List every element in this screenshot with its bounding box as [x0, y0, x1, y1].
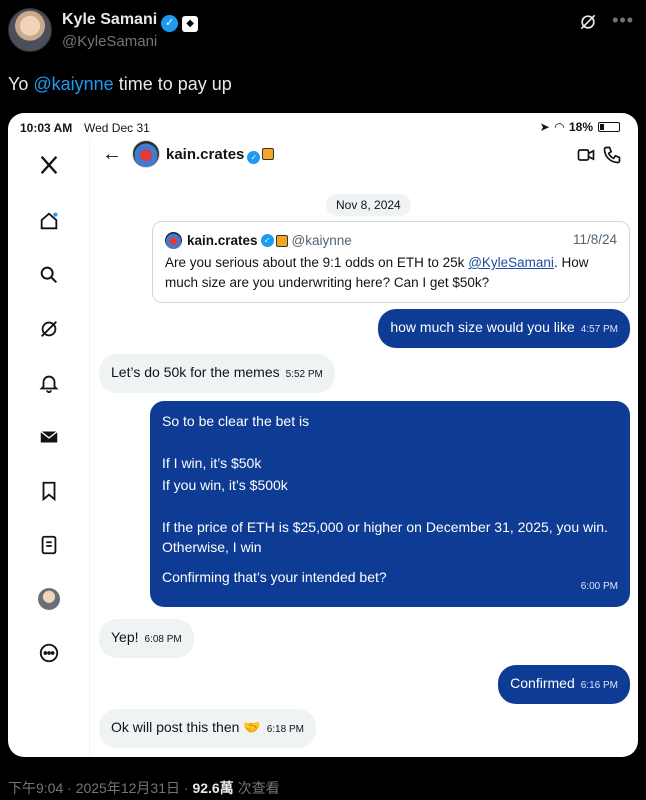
lists-icon[interactable] [33, 529, 65, 561]
messages-icon[interactable] [33, 421, 65, 453]
quote-text: Are you serious about the 9:1 odds on ET… [165, 253, 617, 293]
home-icon[interactable] [33, 205, 65, 237]
more-icon[interactable] [33, 637, 65, 669]
quote-avatar [165, 232, 182, 249]
message-text: Let’s do 50k for the memes [111, 364, 280, 380]
status-time: 10:03 AM [20, 121, 73, 135]
affiliation-badge-icon [262, 148, 275, 160]
message-text: Ok will post this then 🤝 [111, 719, 261, 735]
message-bubble-sent[interactable]: how much size would you like 4:57 PM [378, 309, 630, 348]
meta-separator: · [179, 780, 193, 796]
message-text: how much size would you like [390, 319, 575, 335]
message-text: Confirmed [510, 675, 575, 691]
wifi-icon: ◠ [554, 120, 564, 134]
search-icon[interactable] [33, 259, 65, 291]
battery-percent: 18% [568, 120, 593, 134]
view-count: 92.6萬 [192, 780, 234, 796]
message-line: If I win, it’s $50k [162, 455, 262, 471]
affiliation-badge-icon [275, 234, 288, 247]
verified-badge-icon: ✓ [247, 151, 261, 164]
phone-call-icon[interactable] [602, 145, 622, 165]
message-time: 6:08 PM [144, 634, 182, 645]
author-handle[interactable]: @KyleSamani [62, 33, 157, 50]
status-right: ➤ ◠ 18% [540, 120, 620, 134]
message-line: So to be clear the bet is [162, 413, 310, 429]
message-time: 4:57 PM [580, 324, 618, 335]
message-bubble-received[interactable]: Let’s do 50k for the memes 5:52 PM [99, 354, 335, 393]
view-label: 次查看 [233, 780, 280, 796]
status-bar: 10:03 AM Wed Dec 31 ➤ ◠ 18% [8, 113, 638, 139]
quote-text-before: Are you serious about the 9:1 odds on ET… [165, 255, 469, 270]
message-bubble-received[interactable]: Yep! 6:08 PM [99, 619, 194, 658]
message-time: 5:52 PM [285, 369, 323, 380]
location-icon: ➤ [539, 120, 550, 134]
quote-author-name: kain.crates [187, 233, 258, 248]
bookmarks-icon[interactable] [33, 475, 65, 507]
message-line: If the price of ETH is $25,000 or higher… [162, 519, 608, 555]
quote-header: kain.crates ✓ @kaiynne 11/8/24 [165, 232, 617, 249]
chat-panel: ← kain.crates ✓ Nov 8, 2024 kain.crates ✓… [90, 139, 638, 757]
chat-name[interactable]: kain.crates [166, 146, 244, 163]
quoted-post-card[interactable]: kain.crates ✓ @kaiynne 11/8/24 Are you s… [152, 221, 630, 303]
profile-avatar[interactable] [33, 583, 65, 615]
chat-name-row[interactable]: kain.crates ✓ [166, 146, 275, 164]
chat-header: ← kain.crates ✓ [90, 139, 638, 175]
grok-nav-icon[interactable] [33, 313, 65, 345]
message-time: 6:00 PM [580, 581, 618, 592]
grok-icon[interactable] [578, 12, 598, 32]
attached-screenshot[interactable]: 10:03 AM Wed Dec 31 ➤ ◠ 18% ← kain.crate… [8, 113, 638, 757]
message-time: 6:16 PM [580, 680, 618, 691]
more-options-icon[interactable]: ••• [612, 10, 634, 31]
date-chip: Nov 8, 2024 [326, 194, 411, 216]
message-bubble-sent[interactable]: So to be clear the bet is If I win, it’s… [150, 401, 630, 607]
message-line: Confirming that’s your intended bet? [162, 569, 387, 585]
author-avatar[interactable] [8, 8, 52, 52]
chat-avatar[interactable] [132, 140, 160, 168]
tweet-meta: 下午9:04 · 2025年12月31日 · 92.6萬 次查看 [8, 778, 280, 798]
tweet-text-prefix: Yo [8, 74, 34, 94]
mention-link[interactable]: @kaiynne [33, 74, 113, 94]
message-bubble-received[interactable]: Ok will post this then 🤝 6:18 PM [99, 709, 316, 748]
quote-author-handle: @kaiynne [291, 233, 352, 248]
tweet-header: Kyle Samani ✓ ◆ @KyleSamani ••• [8, 8, 638, 58]
quote-mention-link[interactable]: @KyleSamani [468, 255, 554, 270]
x-logo-icon[interactable] [33, 149, 65, 181]
message-line: If you win, it’s $500k [162, 477, 288, 493]
verified-badge-icon: ✓ [161, 15, 179, 32]
video-call-icon[interactable] [576, 145, 596, 165]
author-name[interactable]: Kyle Samani [62, 11, 157, 28]
author-name-row[interactable]: Kyle Samani ✓ ◆ [62, 11, 199, 32]
tweet-timestamp[interactable]: 下午9:04 · 2025年12月31日 [8, 780, 180, 796]
side-nav [8, 139, 90, 757]
battery-icon [598, 122, 620, 132]
back-arrow-icon[interactable]: ← [102, 143, 122, 166]
affiliation-badge-icon[interactable]: ◆ [182, 16, 199, 32]
message-text: Yep! [111, 629, 139, 645]
status-date: Wed Dec 31 [84, 121, 150, 135]
tweet-text-suffix: time to pay up [113, 74, 232, 94]
quote-date: 11/8/24 [572, 232, 617, 247]
notifications-icon[interactable] [33, 367, 65, 399]
message-bubble-sent[interactable]: Confirmed 6:16 PM [498, 665, 630, 704]
verified-badge-icon: ✓ [260, 234, 274, 247]
message-time: 6:18 PM [266, 724, 304, 735]
tweet-text: Yo @kaiynne time to pay up [8, 74, 232, 95]
profile-avatar-image [38, 588, 60, 610]
